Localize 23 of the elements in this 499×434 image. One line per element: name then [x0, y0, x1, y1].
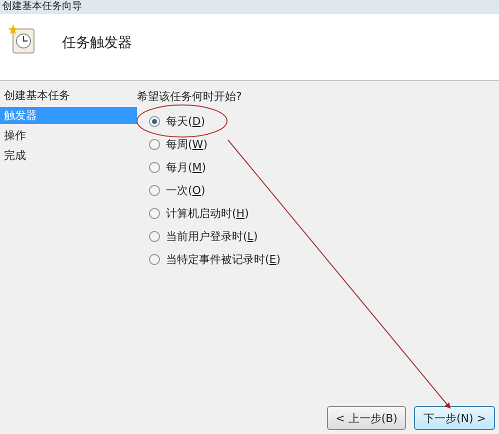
question-label: 希望该任务何时开始? — [137, 89, 243, 104]
option-label: 一次(O) — [166, 182, 206, 198]
option-label: 当前用户登录时(L) — [166, 228, 258, 244]
radio-button[interactable] — [149, 162, 160, 172]
radio-button[interactable] — [149, 254, 160, 264]
radio-button[interactable] — [149, 116, 160, 126]
next-button[interactable]: 下一步(N) > — [414, 406, 495, 430]
option-label: 当特定事件被记录时(E) — [166, 252, 281, 266]
clock-icon — [8, 23, 36, 55]
page-title: 任务触发器 — [62, 34, 132, 52]
wizard-step[interactable]: 操作 — [0, 127, 137, 144]
wizard-step[interactable]: 创建基本任务 — [0, 87, 137, 104]
wizard-step[interactable]: 完成 — [0, 147, 137, 164]
option-label: 每天(D) — [166, 114, 206, 128]
radio-button[interactable] — [149, 184, 160, 196]
option-label: 每周(W) — [166, 136, 208, 152]
radio-button[interactable] — [149, 230, 160, 242]
option-label: 计算机启动时(H) — [166, 206, 249, 220]
window-title: 创建基本任务向导 — [0, 0, 499, 14]
radio-button[interactable] — [149, 138, 160, 150]
back-button[interactable]: < 上一步(B) — [326, 406, 406, 430]
radio-button[interactable] — [149, 208, 160, 218]
option-label: 每月(M) — [166, 160, 206, 174]
